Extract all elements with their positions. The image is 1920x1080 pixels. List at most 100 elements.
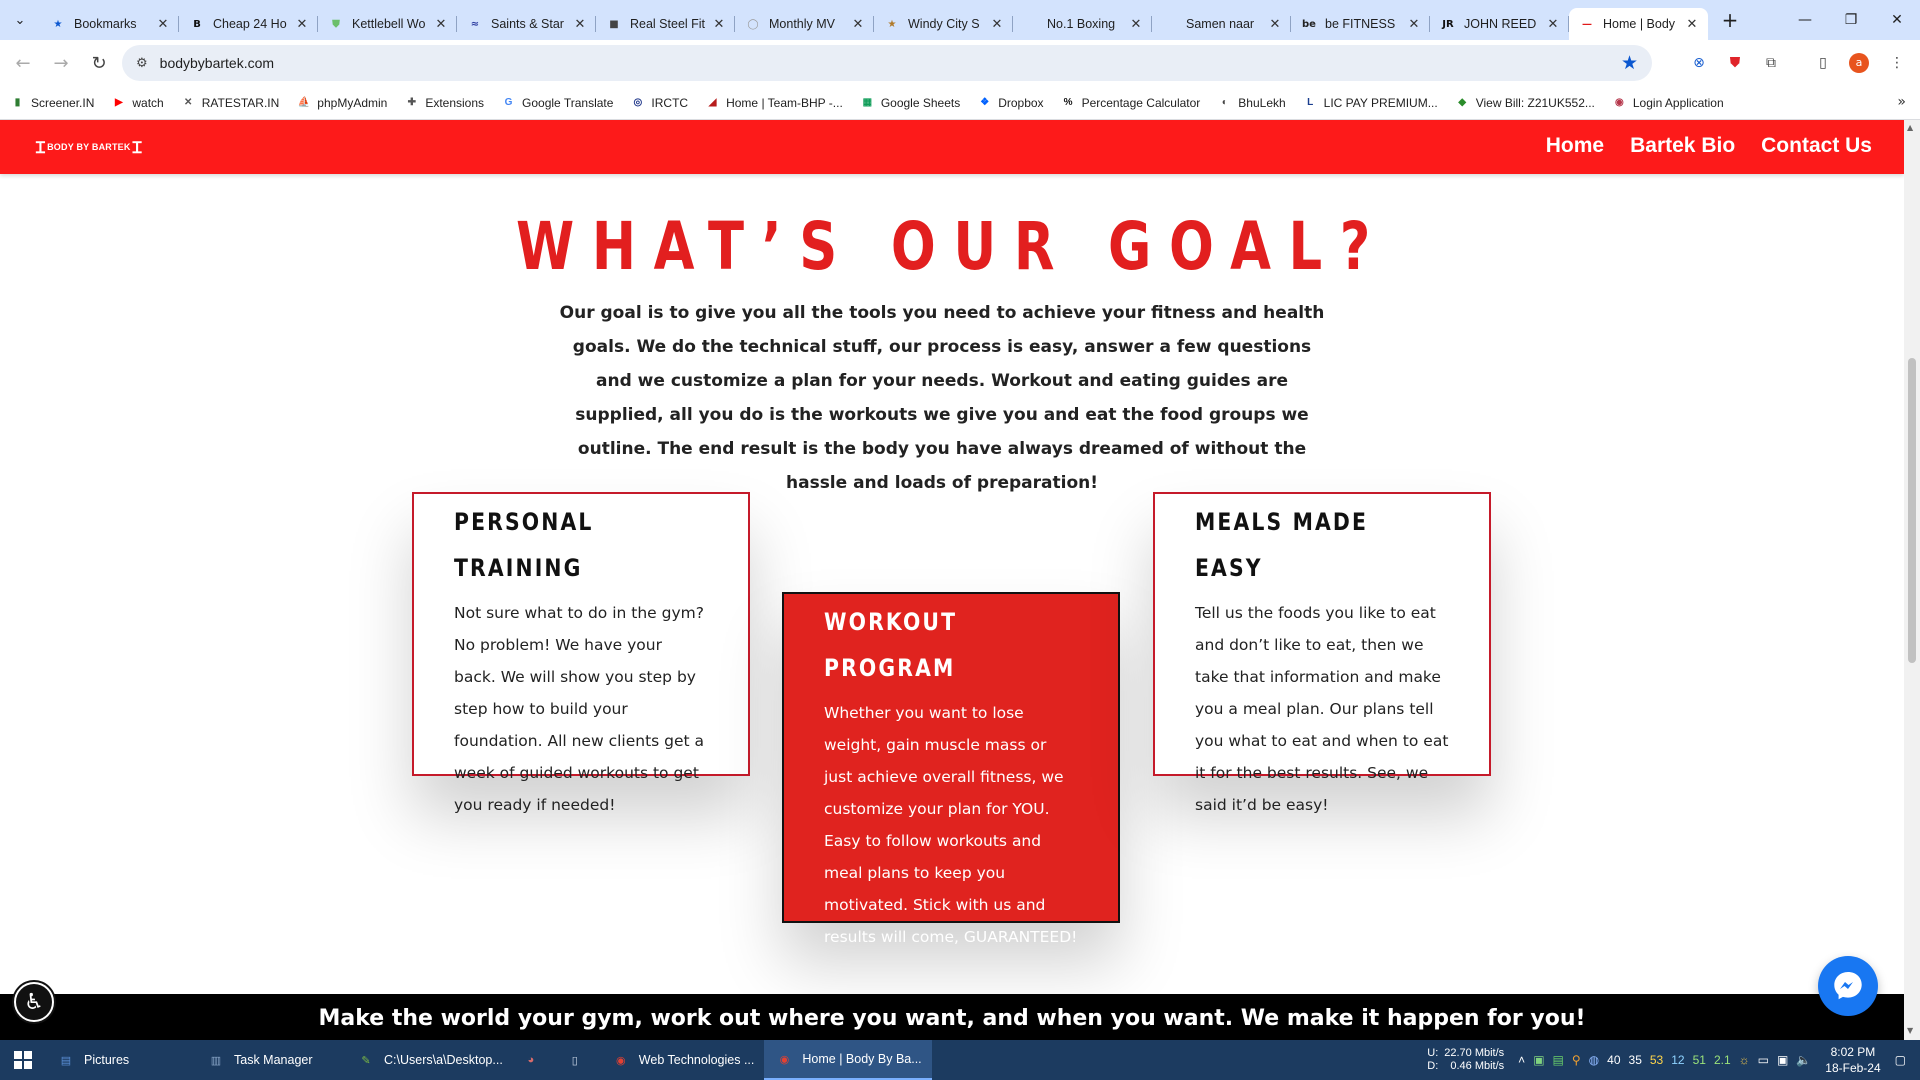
tab[interactable]: — Home | Body ✕: [1569, 8, 1708, 40]
side-panel-icon[interactable]: ▯: [1812, 52, 1834, 74]
scroll-up-icon[interactable]: ▲: [1907, 123, 1913, 132]
nav-contact-us[interactable]: Contact Us: [1761, 134, 1872, 158]
bookmark-label: Home | Team-BHP -...: [726, 95, 843, 110]
site-header: Ɪ BODY BY BARTEK Ɪ Home Bartek Bio Conta…: [0, 120, 1904, 174]
battery-icon[interactable]: ▭: [1758, 1053, 1769, 1067]
tab[interactable]: ★ Bookmarks ✕: [40, 8, 179, 40]
scrollbar-thumb[interactable]: [1908, 358, 1916, 663]
forward-button[interactable]: →: [44, 46, 78, 80]
shield-icon[interactable]: ⛊: [1724, 52, 1746, 74]
bookmark-item[interactable]: % Percentage Calculator: [1061, 95, 1201, 110]
close-icon[interactable]: ✕: [850, 17, 866, 32]
bookmark-item[interactable]: ▮ Screener.IN: [10, 95, 95, 110]
close-icon[interactable]: ✕: [294, 17, 310, 32]
bookmark-item[interactable]: ◐ BhuLekh: [1217, 95, 1286, 110]
site-info-icon[interactable]: ⚙: [136, 56, 148, 71]
close-icon[interactable]: ✕: [1406, 17, 1422, 32]
bookmark-item[interactable]: ⛵ phpMyAdmin: [296, 95, 388, 110]
new-tab-button[interactable]: +: [1714, 4, 1746, 36]
scroll-down-icon[interactable]: ▼: [1907, 1026, 1913, 1035]
tab[interactable]: ◯ Monthly MV ✕: [735, 8, 874, 40]
be-logo-icon: be: [1302, 18, 1316, 30]
taskbar-item[interactable]: ◕: [513, 1040, 557, 1080]
bookmark-item[interactable]: ✚ Extensions: [404, 95, 484, 110]
bookmark-item[interactable]: ◢ Home | Team-BHP -...: [705, 95, 843, 110]
start-button[interactable]: [0, 1040, 46, 1080]
page-scrollbar[interactable]: ▲ ▼: [1904, 120, 1920, 1040]
clock[interactable]: 8:02 PM 18-Feb-24: [1825, 1044, 1880, 1076]
accessibility-button[interactable]: ♿: [14, 982, 54, 1022]
close-window-button[interactable]: ✕: [1874, 0, 1920, 40]
taskbar-item[interactable]: ▥ Task Manager: [196, 1040, 346, 1080]
tab[interactable]: No.1 Boxing ✕: [1013, 8, 1152, 40]
bookmark-item[interactable]: ◎ IRCTC: [630, 95, 689, 110]
close-icon[interactable]: ✕: [711, 17, 727, 32]
search-icon[interactable]: ⚲: [1572, 1053, 1581, 1067]
bookmark-item[interactable]: ▦ Google Sheets: [860, 95, 961, 110]
bookmark-item[interactable]: ▶ watch: [111, 95, 164, 110]
bookmark-item[interactable]: L LIC PAY PREMIUM...: [1303, 95, 1438, 110]
bookmark-star-icon[interactable]: ★: [1621, 52, 1638, 74]
address-bar[interactable]: ⚙ bodybybartek.com ★: [122, 45, 1652, 81]
star-icon: ★: [887, 18, 897, 30]
taskbar-item[interactable]: ▯: [557, 1040, 601, 1080]
tray-app-icon[interactable]: ☼: [1739, 1053, 1750, 1067]
nav-bartek-bio[interactable]: Bartek Bio: [1630, 134, 1735, 158]
close-icon[interactable]: ✕: [1684, 17, 1700, 32]
close-icon[interactable]: ✕: [1267, 17, 1283, 32]
taskbar-item[interactable]: ◉ Web Technologies ...: [601, 1040, 765, 1080]
taskbar-item[interactable]: ◉ Home | Body By Ba...: [764, 1040, 932, 1080]
reload-button[interactable]: ↻: [82, 46, 116, 80]
close-icon[interactable]: ✕: [1128, 17, 1144, 32]
chevron-up-icon[interactable]: ˄: [1518, 1053, 1525, 1067]
tab[interactable]: ≈ Saints & Star ✕: [457, 8, 596, 40]
tab[interactable]: ⛊ Kettlebell Wo ✕: [318, 8, 457, 40]
task-manager-icon: ▥: [210, 1054, 222, 1067]
back-button[interactable]: ←: [6, 46, 40, 80]
tab[interactable]: Samen naar ✕: [1152, 8, 1291, 40]
bookmark-icon: L: [1307, 97, 1314, 108]
notification-icon[interactable]: ▢: [1895, 1053, 1906, 1067]
url-text[interactable]: bodybybartek.com: [160, 55, 274, 71]
menu-icon[interactable]: ⋮: [1886, 52, 1908, 74]
system-tray: U: D: 22.70 Mbit/s 0.46 Mbit/s ˄ ▣ ▤ ⚲ ◍ 4…: [1427, 1040, 1920, 1080]
puzzle-icon[interactable]: ⧉: [1760, 52, 1782, 74]
tray-app-icon[interactable]: ▤: [1553, 1053, 1564, 1067]
bookmark-item[interactable]: ◉ Login Application: [1612, 95, 1724, 110]
tab[interactable]: be be FITNESS ✕: [1291, 8, 1430, 40]
tray-app-icon[interactable]: ▣: [1533, 1053, 1544, 1067]
close-icon[interactable]: ✕: [572, 17, 588, 32]
close-icon[interactable]: ✕: [433, 17, 449, 32]
bookmark-item[interactable]: G Google Translate: [501, 95, 614, 110]
close-icon[interactable]: ✕: [1545, 17, 1561, 32]
bookmark-icon: %: [1063, 97, 1073, 108]
avatar[interactable]: a: [1848, 52, 1870, 74]
bookmark-item[interactable]: ✕ RATESTAR.IN: [181, 95, 279, 110]
taskbar-item[interactable]: ▤ Pictures: [46, 1040, 196, 1080]
tab-search-button[interactable]: ⌄: [0, 0, 40, 40]
restore-button[interactable]: ❐: [1828, 0, 1874, 40]
tab[interactable]: ★ Windy City S ✕: [874, 8, 1013, 40]
nav-home[interactable]: Home: [1546, 134, 1604, 158]
close-icon[interactable]: ✕: [989, 17, 1005, 32]
card-title: MEALS MADE EASY: [1195, 508, 1369, 582]
volume-icon[interactable]: 🔈: [1796, 1053, 1811, 1067]
network-icon[interactable]: ▣: [1777, 1053, 1788, 1067]
globe-icon[interactable]: ◍: [1589, 1053, 1599, 1067]
minimize-button[interactable]: —: [1782, 0, 1828, 40]
tab[interactable]: B Cheap 24 Ho ✕: [179, 8, 318, 40]
taskbar-item-label: C:\Users\a\Desktop...: [384, 1053, 503, 1067]
net-up: 22.70 Mbit/s: [1444, 1047, 1505, 1059]
close-icon[interactable]: ✕: [155, 17, 171, 32]
taskbar-item[interactable]: ✎ C:\Users\a\Desktop...: [346, 1040, 513, 1080]
site-logo[interactable]: Ɪ BODY BY BARTEK Ɪ: [34, 136, 144, 158]
chevron-right-icon[interactable]: »: [1897, 94, 1906, 110]
windows-logo-icon: [14, 1051, 32, 1069]
extension-icon[interactable]: ⊗: [1688, 52, 1710, 74]
tab[interactable]: ■ Real Steel Fit ✕: [596, 8, 735, 40]
tab[interactable]: JR JOHN REED ✕: [1430, 8, 1569, 40]
messenger-chat-button[interactable]: [1818, 956, 1878, 1016]
bookmark-item[interactable]: ❖ Dropbox: [977, 95, 1043, 110]
bookmark-label: Percentage Calculator: [1081, 95, 1201, 110]
bookmark-item[interactable]: ◆ View Bill: Z21UK552...: [1455, 95, 1595, 110]
